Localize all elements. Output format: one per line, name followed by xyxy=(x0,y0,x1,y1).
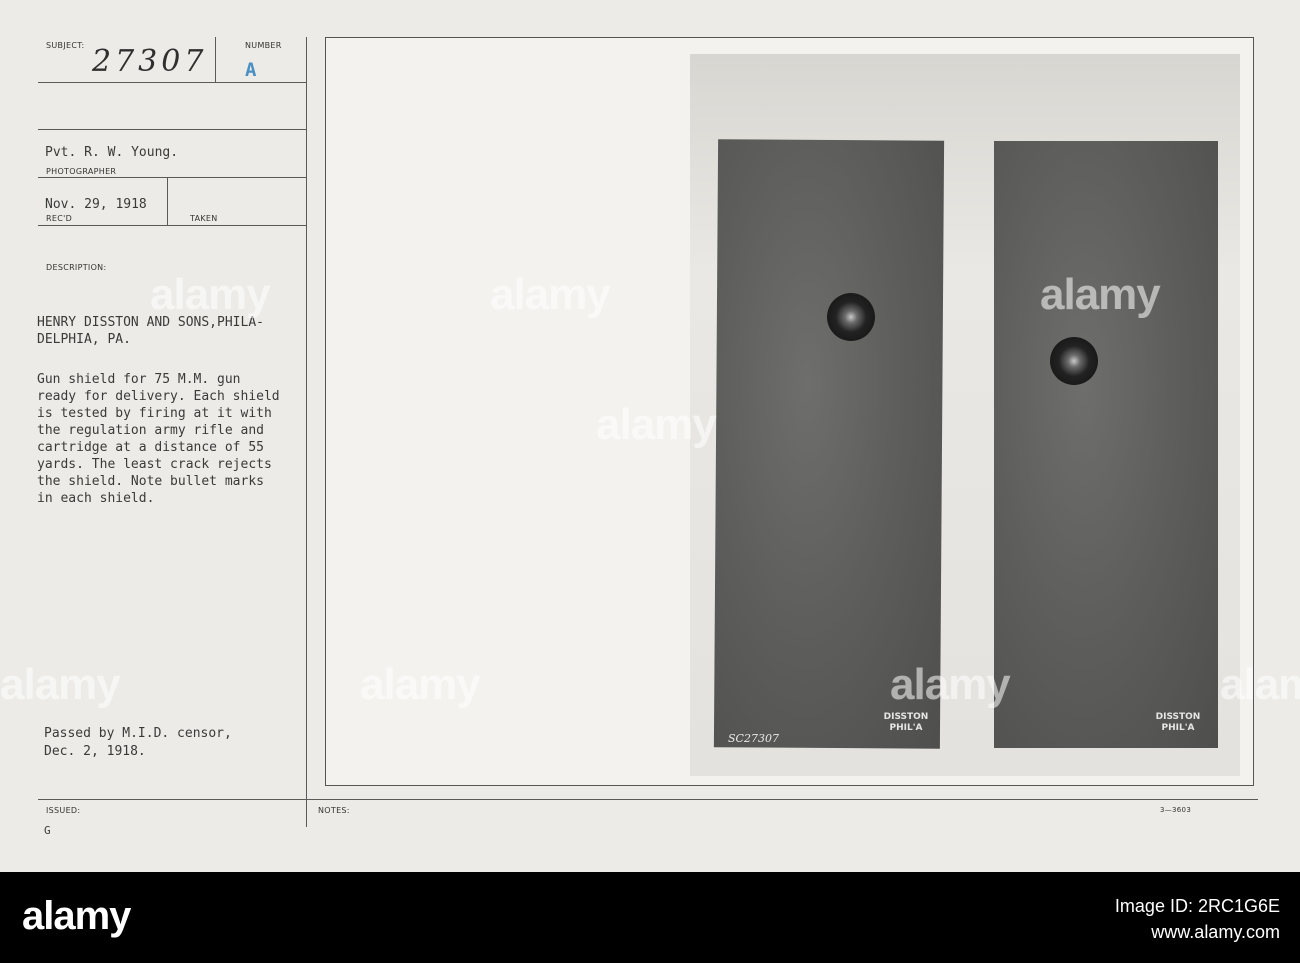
received-divider xyxy=(167,177,168,225)
taken-label: TAKEN xyxy=(190,214,218,223)
right-stamp-line: PHIL'A xyxy=(1161,723,1195,733)
watermark: alamy xyxy=(1040,270,1161,319)
watermark: alamy xyxy=(360,660,481,709)
left-gun-shield xyxy=(713,139,945,749)
left-column-rule xyxy=(306,37,307,827)
left-stamp-line: PHIL'A xyxy=(889,723,923,733)
description-text: HENRY DISSTON AND SONS,PHILA- DELPHIA, P… xyxy=(37,314,280,507)
form-number: 3—3603 xyxy=(1160,806,1192,814)
watermark: alamy xyxy=(596,400,717,449)
description-line: the shield. Note bullet marks xyxy=(37,474,264,489)
left-maker-stamp: DISSTON PHIL'A xyxy=(876,712,936,734)
subject-label: SUBJECT: xyxy=(46,41,85,50)
record-card: SUBJECT: 27307 NUMBER A Pvt. R. W. Young… xyxy=(0,0,1300,872)
issued-value: G xyxy=(44,824,51,837)
description-label: DESCRIPTION: xyxy=(46,263,107,272)
footer-bar: alamy Image ID: 2RC1G6E www.alamy.com xyxy=(0,872,1300,963)
left-bullet-mark xyxy=(827,293,875,341)
image-id: Image ID: 2RC1G6E xyxy=(1114,896,1280,916)
issued-label: ISSUED: xyxy=(46,806,81,815)
notes-label: NOTES: xyxy=(318,806,350,815)
watermark: alamy xyxy=(150,270,271,319)
subject-number: 27307 xyxy=(92,44,208,79)
left-stamp-line: DISSTON xyxy=(883,712,929,722)
watermark: alamy xyxy=(0,660,121,709)
right-gun-shield xyxy=(994,141,1218,748)
header-rule xyxy=(38,82,306,83)
received-label: REC'D xyxy=(46,214,73,223)
description-line xyxy=(37,348,280,365)
right-maker-stamp: DISSTON PHIL'A xyxy=(1148,712,1208,734)
description-line: the regulation army rifle and xyxy=(37,423,264,438)
negative-number: SC27307 xyxy=(728,732,779,745)
photographer-name: Pvt. R. W. Young. xyxy=(45,145,179,160)
censor-date: Dec. 2, 1918. xyxy=(44,744,146,759)
alamy-logo: alamy xyxy=(22,894,131,938)
description-line: in each shield. xyxy=(37,491,155,506)
watermark: alamy xyxy=(890,660,1011,709)
description-line: cartridge at a distance of 55 xyxy=(37,440,264,455)
description-line: yards. The least crack rejects xyxy=(37,457,272,472)
bottom-rule xyxy=(38,799,1258,800)
description-line: DELPHIA, PA. xyxy=(37,332,131,347)
description-line: ready for delivery. Each shield xyxy=(37,389,280,404)
watermark: alamy xyxy=(1220,660,1300,709)
right-bullet-mark xyxy=(1050,337,1098,385)
website-url: www.alamy.com xyxy=(1151,922,1280,942)
received-date: Nov. 29, 1918 xyxy=(45,197,147,212)
description-line: is tested by firing at it with xyxy=(37,406,272,421)
right-stamp-line: DISSTON xyxy=(1155,712,1201,722)
number-label: NUMBER xyxy=(245,41,282,50)
received-rule xyxy=(38,225,306,226)
censor-line: Passed by M.I.D. censor, xyxy=(44,726,232,741)
photographer-rule xyxy=(38,177,306,178)
photographer-top-rule xyxy=(38,129,306,130)
photographer-label: PHOTOGRAPHER xyxy=(46,167,117,176)
subject-divider xyxy=(215,37,216,83)
watermark: alamy xyxy=(490,270,611,319)
description-line: Gun shield for 75 M.M. gun xyxy=(37,372,241,387)
number-value: A xyxy=(245,59,257,81)
